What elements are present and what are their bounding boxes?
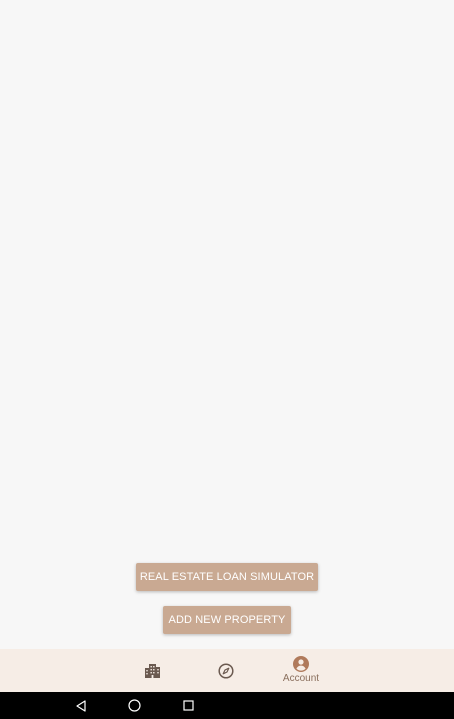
loan-simulator-button[interactable]: REAL ESTATE LOAN SIMULATOR: [136, 563, 318, 591]
nav-item-properties[interactable]: [132, 649, 172, 692]
system-recents-button[interactable]: [176, 692, 200, 719]
nav-label-account: Account: [282, 673, 320, 684]
system-back-button[interactable]: [69, 692, 93, 719]
system-home-button[interactable]: [122, 692, 146, 719]
add-property-button[interactable]: ADD NEW PROPERTY: [163, 606, 291, 634]
building-icon: [144, 663, 160, 678]
nav-item-explore[interactable]: [206, 649, 246, 692]
home-circle-icon: [127, 699, 141, 712]
recents-square-icon: [182, 700, 194, 711]
main-content-area: [0, 0, 454, 649]
compass-icon: [218, 662, 234, 679]
nav-item-account[interactable]: Account: [271, 649, 331, 692]
bottom-navigation: Account: [0, 649, 454, 692]
account-circle-icon: [293, 656, 309, 672]
system-navigation-bar: [0, 692, 454, 719]
back-triangle-icon: [76, 699, 86, 712]
